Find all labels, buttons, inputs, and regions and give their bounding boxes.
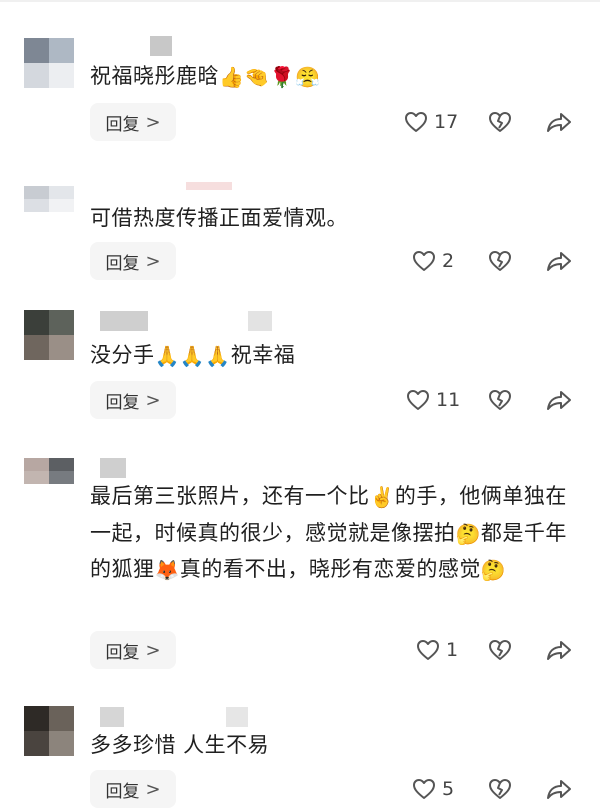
reply-label: 回复	[105, 781, 140, 802]
comment-actions: 5	[400, 770, 580, 808]
reply-button[interactable]: 回复 >	[90, 103, 176, 141]
avatar[interactable]	[24, 186, 74, 212]
comment-text-body: 祝福晓彤鹿晗	[90, 64, 219, 88]
share-arrow-icon	[547, 391, 571, 410]
chevron-right-icon: >	[145, 639, 161, 661]
username-blurred[interactable]	[226, 707, 248, 727]
comment-text: 多多珍惜 人生不易	[90, 727, 580, 763]
share-button[interactable]	[546, 631, 572, 669]
share-arrow-icon	[547, 252, 571, 271]
pray-icon: 🙏	[205, 344, 231, 368]
share-button[interactable]	[546, 242, 572, 280]
heart-icon	[413, 779, 435, 799]
share-button[interactable]	[546, 770, 572, 808]
top-divider	[0, 0, 600, 2]
comment-text-body: 多多珍惜 人生不易	[90, 733, 270, 757]
share-arrow-icon	[547, 780, 571, 799]
like-button[interactable]: 2	[412, 242, 454, 280]
heart-icon	[405, 112, 427, 132]
thinking-face-icon: 🤔	[455, 521, 481, 546]
comment-text: 最后第三张照片，还有一个比✌️的手，他俩单独在一起，时候真的很少，感觉就是像摆拍…	[90, 478, 580, 588]
thinking-face-icon: 🤔	[480, 558, 507, 582]
comment-actions: 17	[400, 103, 580, 141]
broken-heart-icon	[489, 779, 511, 799]
username-blurred[interactable]	[248, 311, 272, 331]
comment-text-body: 真的看不出，晓彤有恋爱的感觉	[179, 557, 481, 581]
like-count: 1	[446, 639, 459, 661]
share-arrow-icon	[547, 113, 571, 132]
pray-icon: 🙏	[179, 344, 206, 368]
dislike-button[interactable]	[488, 103, 512, 141]
dislike-button[interactable]	[488, 770, 512, 808]
heart-icon	[407, 390, 429, 410]
victory-hand-icon: ✌️	[369, 485, 395, 509]
reply-label: 回复	[105, 114, 140, 135]
broken-heart-icon	[489, 112, 511, 132]
fox-icon: 🦊	[154, 558, 180, 582]
angry-face-icon: 😤	[295, 65, 321, 89]
avatar[interactable]	[24, 38, 74, 88]
username-blurred[interactable]	[100, 311, 148, 331]
dislike-button[interactable]	[488, 242, 512, 280]
like-button[interactable]: 17	[404, 103, 458, 141]
dislike-button[interactable]	[488, 631, 512, 669]
broken-heart-icon	[489, 390, 511, 410]
reply-button[interactable]: 回复 >	[90, 381, 176, 419]
chevron-right-icon: >	[145, 111, 161, 133]
heart-icon	[413, 251, 435, 271]
reply-label: 回复	[105, 253, 140, 274]
avatar[interactable]	[24, 310, 74, 360]
thumbs-up-icon: 👍	[219, 65, 245, 89]
reply-button[interactable]: 回复 >	[90, 770, 176, 808]
reply-button[interactable]: 回复 >	[90, 631, 176, 669]
username-blurred[interactable]	[100, 458, 126, 478]
comment-text: 可借热度传播正面爱情观。	[90, 200, 580, 236]
like-count: 2	[442, 250, 455, 272]
share-button[interactable]	[546, 381, 572, 419]
rose-icon: 🌹	[269, 65, 296, 89]
like-button[interactable]: 1	[416, 631, 458, 669]
comment-text: 祝福晓彤鹿晗👍🤏🌹😤	[90, 58, 580, 94]
reply-button[interactable]: 回复 >	[90, 242, 176, 280]
comment-text: 没分手🙏🙏🙏祝幸福	[90, 337, 580, 373]
username-blurred[interactable]	[150, 36, 172, 56]
broken-heart-icon	[489, 640, 511, 660]
pinch-hand-icon: 🤏	[244, 65, 270, 89]
reply-label: 回复	[105, 392, 140, 413]
comment-actions: 1	[400, 631, 580, 669]
chevron-right-icon: >	[145, 778, 161, 800]
dislike-button[interactable]	[488, 381, 512, 419]
broken-heart-icon	[489, 251, 511, 271]
username-blurred[interactable]	[100, 707, 124, 727]
comment-actions: 2	[400, 242, 580, 280]
reply-label: 回复	[105, 642, 140, 663]
comment-actions: 11	[400, 381, 580, 419]
username-blurred[interactable]	[186, 182, 232, 190]
share-arrow-icon	[547, 641, 571, 660]
comment-text-body: 没分手	[90, 343, 155, 367]
comment-text-body: 可借热度传播正面爱情观。	[90, 206, 348, 230]
share-button[interactable]	[546, 103, 572, 141]
like-count: 5	[442, 778, 455, 800]
avatar[interactable]	[24, 458, 74, 484]
like-count: 11	[436, 389, 461, 411]
heart-icon	[417, 640, 439, 660]
chevron-right-icon: >	[145, 389, 161, 411]
comment-text-body: 最后第三张照片，还有一个比	[90, 484, 370, 508]
like-button[interactable]: 5	[412, 770, 454, 808]
like-button[interactable]: 11	[406, 381, 460, 419]
avatar[interactable]	[24, 706, 74, 756]
comment-text-body: 祝幸福	[230, 343, 296, 367]
pray-icon: 🙏	[154, 344, 180, 368]
like-count: 17	[434, 111, 459, 133]
chevron-right-icon: >	[145, 250, 161, 272]
